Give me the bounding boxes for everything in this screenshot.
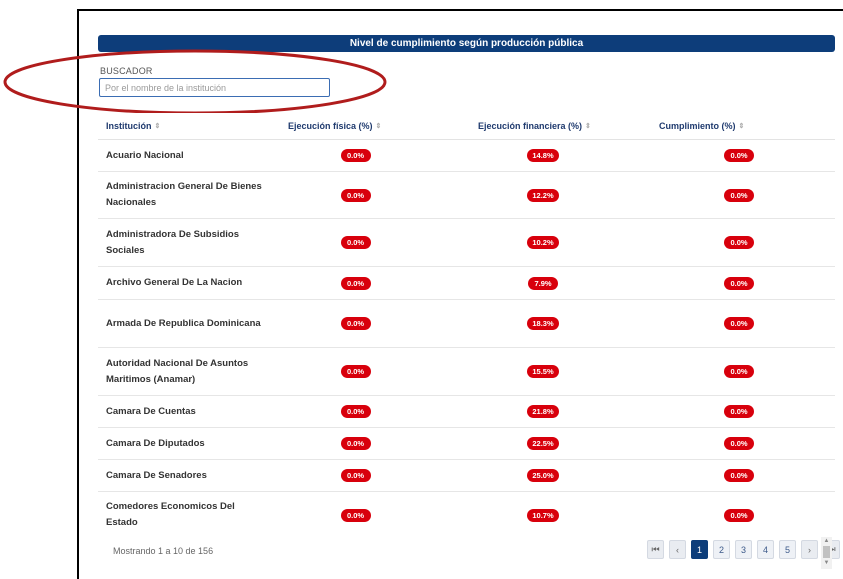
page-button-5[interactable]: 5 bbox=[779, 540, 796, 559]
institution-name: Comedores Economicos Del Estado bbox=[106, 501, 235, 528]
institutions-table: Institución ⇕ Ejecución física (%) ⇕ Ejecu… bbox=[98, 113, 835, 538]
cumplimiento-badge: 0.0% bbox=[724, 508, 754, 522]
column-header-institucion[interactable]: Institución ⇕ bbox=[98, 121, 268, 131]
ejecucion-fisica-badge: 0.0% bbox=[340, 188, 371, 202]
table-row: Administracion General De Bienes Naciona… bbox=[98, 172, 835, 219]
column-header-ejecucion-financiera[interactable]: Ejecución financiera (%) ⇕ bbox=[443, 121, 643, 131]
sort-icon[interactable]: ⇕ bbox=[376, 122, 382, 130]
scroll-down-icon[interactable]: ▼ bbox=[821, 559, 832, 567]
ejecucion-fisica-badge: 0.0% bbox=[340, 236, 371, 249]
ejecucion-financiera-badge: 10.2% bbox=[527, 236, 559, 249]
ejecucion-financiera-badge: 12.2% bbox=[527, 188, 559, 202]
ejecucion-financiera-badge: 10.7% bbox=[527, 508, 559, 522]
institution-name: Camara De Diputados bbox=[106, 437, 205, 449]
cumplimiento-badge: 0.0% bbox=[724, 365, 754, 378]
cumplimiento-badge: 0.0% bbox=[724, 437, 754, 450]
scrollbar[interactable]: ▲ ▼ bbox=[821, 537, 832, 569]
institution-name: Armada De Republica Dominicana bbox=[106, 317, 261, 329]
ejecucion-financiera-badge: 15.5% bbox=[527, 365, 559, 378]
ejecucion-financiera-badge: 21.8% bbox=[527, 405, 559, 418]
institution-name: Autoridad Nacional De Asuntos Maritimos … bbox=[106, 357, 249, 385]
table-row: Comedores Economicos Del Estado 0.0% 10.… bbox=[98, 492, 835, 538]
scroll-thumb[interactable] bbox=[823, 546, 830, 558]
institution-name: Camara De Cuentas bbox=[106, 405, 196, 417]
ejecucion-fisica-badge: 0.0% bbox=[340, 276, 371, 290]
table-row: Archivo General De La Nacion 0.0% 7.9% 0… bbox=[98, 267, 835, 300]
table-row: Camara De Cuentas 0.0% 21.8% 0.0% bbox=[98, 396, 835, 428]
page-button-2[interactable]: 2 bbox=[713, 540, 730, 559]
table-row: Administradora De Subsidios Sociales 0.0… bbox=[98, 219, 835, 267]
cumplimiento-badge: 0.0% bbox=[724, 405, 754, 418]
page-button-1[interactable]: 1 bbox=[691, 540, 708, 559]
sort-icon[interactable]: ⇕ bbox=[585, 122, 591, 130]
table-row: Armada De Republica Dominicana 0.0% 18.3… bbox=[98, 300, 835, 348]
institution-name: Archivo General De La Nacion bbox=[106, 277, 243, 288]
pagination: ⏮ ‹ 1 2 3 4 5 › ⏭ bbox=[647, 540, 840, 559]
institution-name: Administradora De Subsidios Sociales bbox=[106, 228, 240, 256]
cumplimiento-badge: 0.0% bbox=[724, 276, 754, 290]
ejecucion-fisica-badge: 0.0% bbox=[340, 437, 371, 450]
ejecucion-financiera-badge: 18.3% bbox=[527, 317, 559, 330]
ejecucion-fisica-badge: 0.0% bbox=[340, 469, 371, 482]
next-page-button[interactable]: › bbox=[801, 540, 818, 559]
table-row: Autoridad Nacional De Asuntos Maritimos … bbox=[98, 348, 835, 396]
ejecucion-fisica-badge: 0.0% bbox=[340, 508, 371, 522]
cumplimiento-badge: 0.0% bbox=[724, 236, 754, 249]
ejecucion-financiera-badge: 14.8% bbox=[527, 149, 559, 162]
first-page-button[interactable]: ⏮ bbox=[647, 540, 664, 559]
ejecucion-financiera-badge: 25.0% bbox=[527, 469, 559, 482]
results-count: Mostrando 1 a 10 de 156 bbox=[113, 546, 214, 556]
cumplimiento-badge: 0.0% bbox=[724, 188, 754, 202]
sort-icon[interactable]: ⇕ bbox=[739, 122, 745, 130]
red-ellipse-annotation bbox=[3, 49, 387, 115]
cumplimiento-badge: 0.0% bbox=[724, 317, 754, 330]
column-header-ejecucion-fisica[interactable]: Ejecución física (%) ⇕ bbox=[268, 121, 443, 131]
prev-page-button[interactable]: ‹ bbox=[669, 540, 686, 559]
scroll-up-icon[interactable]: ▲ bbox=[821, 537, 832, 545]
page-button-3[interactable]: 3 bbox=[735, 540, 752, 559]
institution-name: Acuario Nacional bbox=[106, 149, 184, 161]
table-row: Acuario Nacional 0.0% 14.8% 0.0% bbox=[98, 140, 835, 172]
cumplimiento-badge: 0.0% bbox=[724, 149, 754, 162]
page-button-4[interactable]: 4 bbox=[757, 540, 774, 559]
ejecucion-financiera-badge: 7.9% bbox=[528, 276, 558, 290]
ejecucion-fisica-badge: 0.0% bbox=[340, 317, 371, 330]
institution-name: Administracion General De Bienes Naciona… bbox=[106, 181, 262, 208]
table-row: Camara De Senadores 0.0% 25.0% 0.0% bbox=[98, 460, 835, 492]
sort-icon[interactable]: ⇕ bbox=[155, 122, 161, 130]
ejecucion-financiera-badge: 22.5% bbox=[527, 437, 559, 450]
ejecucion-fisica-badge: 0.0% bbox=[340, 149, 371, 162]
ejecucion-fisica-badge: 0.0% bbox=[340, 365, 371, 378]
column-header-cumplimiento[interactable]: Cumplimiento (%) ⇕ bbox=[643, 121, 835, 131]
ejecucion-fisica-badge: 0.0% bbox=[340, 405, 371, 418]
table-row: Camara De Diputados 0.0% 22.5% 0.0% bbox=[98, 428, 835, 460]
cumplimiento-badge: 0.0% bbox=[724, 469, 754, 482]
institution-name: Camara De Senadores bbox=[106, 469, 207, 481]
table-header: Institución ⇕ Ejecución física (%) ⇕ Ejecu… bbox=[98, 113, 835, 140]
